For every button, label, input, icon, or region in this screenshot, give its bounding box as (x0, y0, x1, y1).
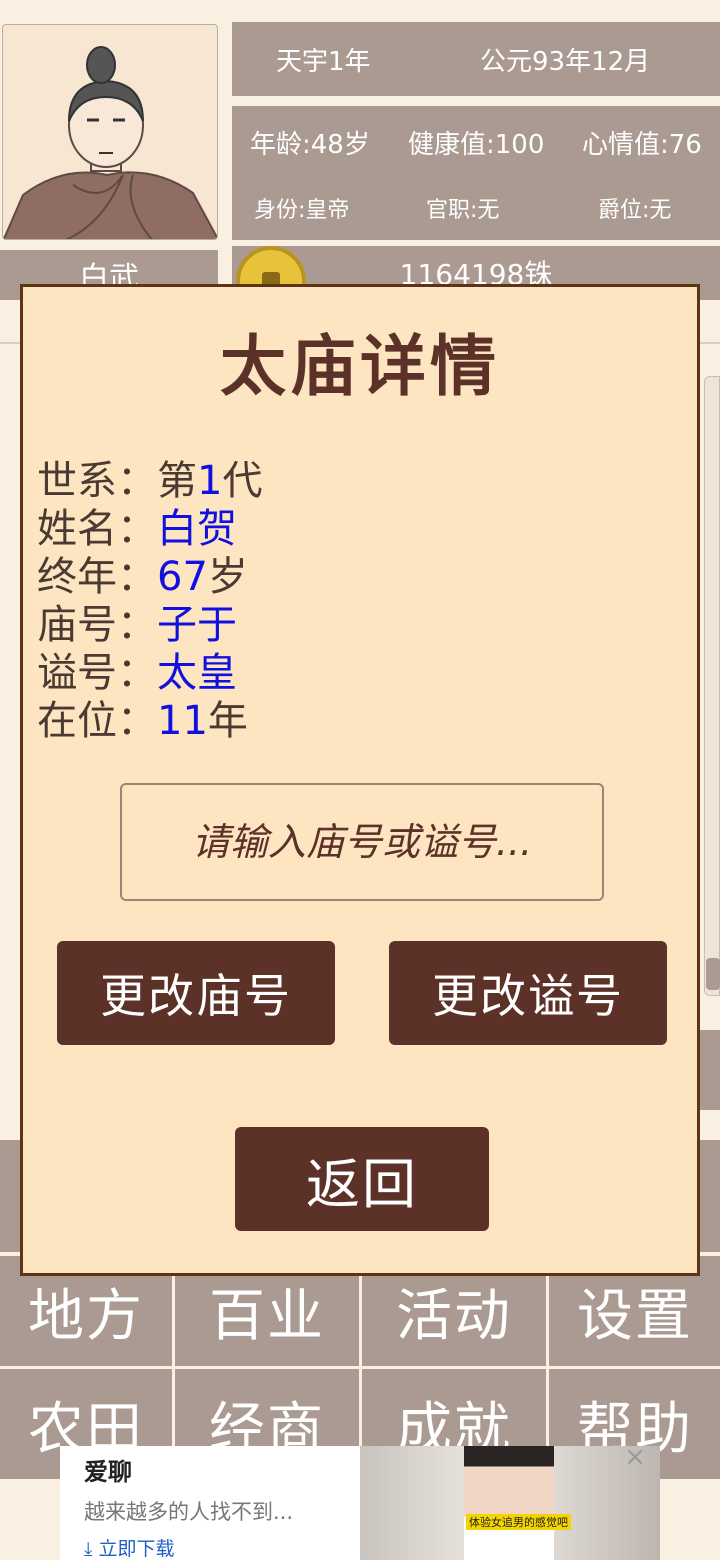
age-stat: 年龄:48岁 (250, 130, 370, 160)
info-value: 太皇 (157, 650, 237, 696)
info-suffix: 代 (222, 458, 263, 504)
health-stat: 健康值:100 (408, 130, 545, 160)
info-key: 世系： (37, 458, 157, 504)
info-key: 终年： (37, 554, 157, 600)
download-icon: ⤓ (84, 1538, 99, 1560)
change-posthumous-name-button[interactable]: 更改谥号 (389, 941, 667, 1045)
date-bar: 天宇1年 公元93年12月 (232, 22, 720, 96)
info-suffix: 岁 (207, 554, 248, 600)
info-key: 谥号： (37, 650, 157, 696)
info-value: 白贺 (157, 506, 237, 552)
emperor-portrait (2, 24, 218, 240)
background-side-tab (700, 1030, 720, 1110)
close-icon[interactable]: × (624, 1446, 646, 1472)
back-button[interactable]: 返回 (235, 1127, 489, 1231)
info-value: 67 (157, 554, 208, 600)
ancestor-info: 世系：第1代 姓名：白贺 终年：67岁 庙号：子于 谥号：太皇 在位：11年 (37, 457, 262, 745)
rank-stat: 爵位:无 (598, 198, 672, 223)
ad-photo (464, 1446, 554, 1560)
info-row-generation: 世系：第1代 (37, 457, 262, 505)
info-row-posthumous-name: 谥号：太皇 (37, 649, 262, 697)
info-row-reign-length: 在位：11年 (37, 697, 262, 745)
emperor-avatar-image (3, 46, 217, 239)
info-value: 子于 (157, 602, 237, 648)
change-temple-name-button[interactable]: 更改庙号 (57, 941, 335, 1045)
era-label: 天宇1年 (276, 46, 371, 77)
ad-caption: 体验女追男的感觉吧 (466, 1514, 571, 1530)
info-suffix: 年 (207, 698, 248, 744)
mood-stat: 心情值:76 (582, 130, 702, 160)
info-key: 在位： (37, 698, 157, 744)
scrollbar-thumb[interactable] (706, 958, 720, 990)
info-key: 庙号： (37, 602, 157, 648)
info-value: 11 (157, 698, 208, 744)
ad-download-label: 立即下载 (98, 1538, 175, 1560)
office-stat: 官职:无 (426, 198, 500, 223)
stats-panel: 年龄:48岁 健康值:100 心情值:76 身份:皇帝 官职:无 爵位:无 (232, 106, 720, 240)
temple-details-dialog: 太庙详情 世系：第1代 姓名：白贺 终年：67岁 庙号：子于 谥号：太皇 在位：… (20, 284, 700, 1276)
info-row-age-at-death: 终年：67岁 (37, 553, 262, 601)
info-row-temple-name: 庙号：子于 (37, 601, 262, 649)
ad-title: 爱聊 (84, 1458, 132, 1486)
background-side-panel (704, 376, 720, 996)
identity-stat: 身份:皇帝 (254, 198, 350, 223)
dialog-title: 太庙详情 (220, 328, 500, 405)
calendar-label: 公元93年12月 (480, 46, 651, 77)
name-input[interactable] (120, 783, 604, 901)
info-row-name: 姓名：白贺 (37, 505, 262, 553)
ad-banner[interactable]: 爱聊 越来越多的人找不到... ⤓ 立即下载 体验女追男的感觉吧 × (60, 1446, 660, 1560)
info-value: 1 (197, 458, 223, 504)
info-key: 姓名： (37, 506, 157, 552)
ad-download-link[interactable]: ⤓ 立即下载 (84, 1534, 174, 1560)
ad-subtitle: 越来越多的人找不到... (84, 1500, 294, 1524)
info-prefix: 第 (157, 458, 197, 504)
